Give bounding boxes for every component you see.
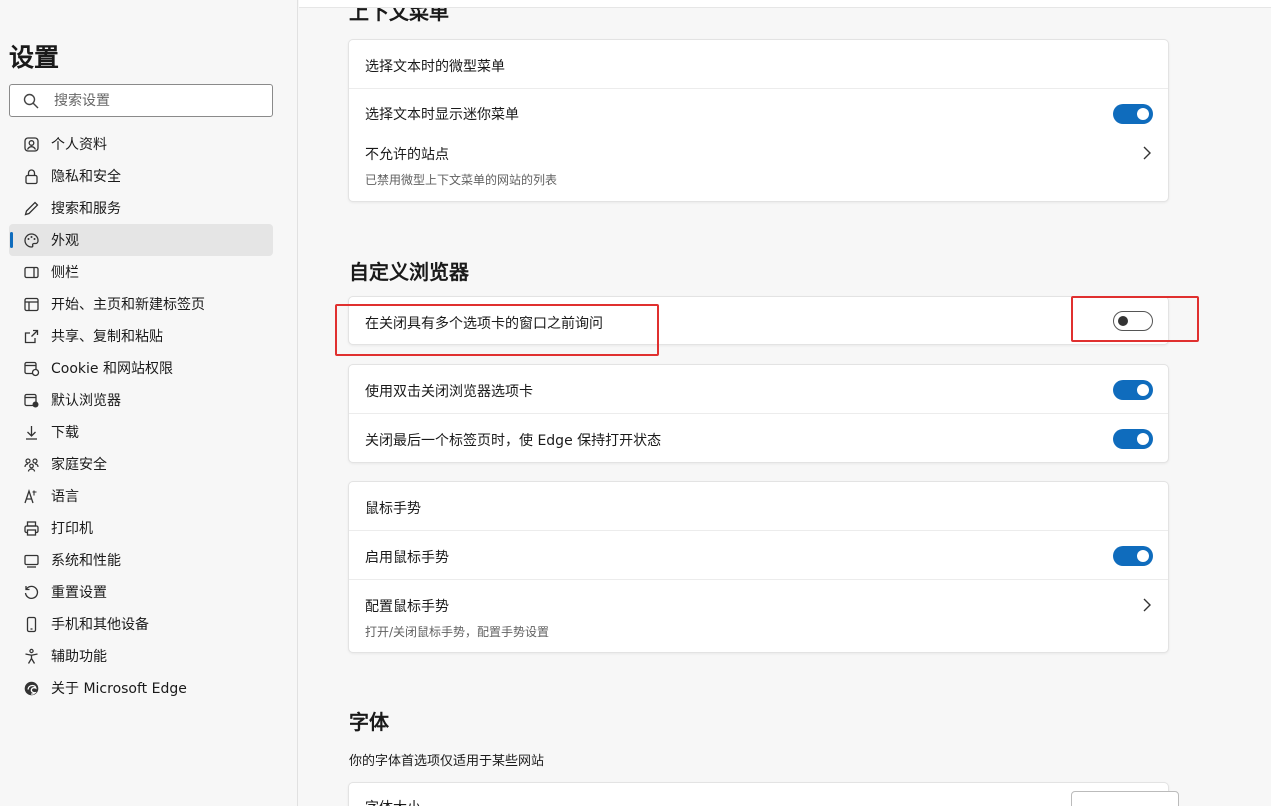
family-icon	[23, 456, 40, 473]
phone-icon	[23, 616, 40, 633]
browser-icon	[23, 392, 40, 409]
reset-icon	[23, 584, 40, 601]
mouse-gesture-title: 鼠标手势	[365, 501, 421, 517]
sidebar-item-default-browser[interactable]: 默认浏览器	[9, 384, 273, 416]
font-size-card: 字体大小	[348, 782, 1179, 806]
sidebar-item-label: 语言	[51, 489, 79, 505]
configure-mouse-gesture-row[interactable]: 配置鼠标手势 打开/关闭鼠标手势，配置手势设置	[349, 580, 1168, 652]
sidebar-item-family[interactable]: 家庭安全	[9, 448, 273, 480]
mini-menu-title-row: 选择文本时的微型菜单	[349, 40, 1168, 89]
sidebar-item-label: 开始、主页和新建标签页	[51, 297, 205, 313]
sidebar-item-label: 共享、复制和粘贴	[51, 329, 163, 345]
page-title: 设置	[9, 43, 60, 72]
section-heading-context-menu: 上下文菜单	[349, 8, 449, 24]
keep-open-label: 关闭最后一个标签页时，使 Edge 保持打开状态	[365, 433, 662, 449]
mouse-gesture-title-row: 鼠标手势	[349, 482, 1168, 531]
pen-icon	[23, 200, 40, 217]
system-icon	[23, 552, 40, 569]
sidebar-item-label: 打印机	[51, 521, 93, 537]
fonts-description: 你的字体首选项仅适用于某些网站	[349, 754, 545, 769]
show-mini-menu-toggle[interactable]	[1113, 104, 1153, 124]
double-click-close-toggle[interactable]	[1113, 380, 1153, 400]
sidebar-item-label: 家庭安全	[51, 457, 107, 473]
font-size-row[interactable]: 字体大小	[349, 783, 1179, 806]
double-click-close-label: 使用双击关闭浏览器选项卡	[365, 384, 533, 400]
sidebar-item-label: 隐私和安全	[51, 169, 121, 185]
font-size-dropdown[interactable]	[1071, 791, 1179, 806]
sidebar-item-label: 默认浏览器	[51, 393, 121, 409]
accessibility-icon	[23, 648, 40, 665]
sidebar-item-downloads[interactable]: 下载	[9, 416, 273, 448]
search-icon	[23, 93, 39, 109]
context-menu-card: 选择文本时的微型菜单 选择文本时显示迷你菜单 不允许的站点 已禁用微型上下文菜单…	[348, 39, 1169, 202]
sidebar-item-privacy[interactable]: 隐私和安全	[9, 160, 273, 192]
sidebar-icon	[23, 264, 40, 281]
settings-sidebar: 设置 个人资料 隐私和安全 搜索和服务 外观 侧栏 开始、主页和新建	[0, 0, 298, 806]
font-size-label: 字体大小	[365, 797, 421, 806]
section-heading-fonts: 字体	[349, 710, 389, 734]
keep-open-toggle[interactable]	[1113, 429, 1153, 449]
configure-mouse-gesture-desc: 打开/关闭鼠标手势，配置手势设置	[365, 625, 550, 639]
enable-mouse-gesture-label: 启用鼠标手势	[365, 550, 449, 566]
settings-content: 上下文菜单 选择文本时的微型菜单 选择文本时显示迷你菜单 不允许的站点 已禁用微…	[299, 8, 1271, 806]
sidebar-item-system[interactable]: 系统和性能	[9, 544, 273, 576]
search-box[interactable]	[9, 84, 273, 117]
profile-icon	[23, 136, 40, 153]
sidebar-item-appearance[interactable]: 外观	[9, 224, 273, 256]
section-heading-customize: 自定义浏览器	[349, 260, 469, 284]
sidebar-item-label: Cookie 和网站权限	[51, 361, 173, 377]
show-mini-menu-row[interactable]: 选择文本时显示迷你菜单	[349, 89, 1168, 137]
palette-icon	[23, 232, 40, 249]
sidebar-item-label: 下载	[51, 425, 79, 441]
chevron-right-icon	[1142, 145, 1152, 160]
sidebar-item-label: 外观	[51, 233, 79, 249]
sidebar-item-sidebar[interactable]: 侧栏	[9, 256, 273, 288]
printer-icon	[23, 520, 40, 537]
sidebar-item-label: 关于 Microsoft Edge	[51, 681, 187, 697]
sidebar-item-start-home[interactable]: 开始、主页和新建标签页	[9, 288, 273, 320]
sidebar-item-label: 重置设置	[51, 585, 107, 601]
show-mini-menu-label: 选择文本时显示迷你菜单	[365, 107, 519, 123]
sidebar-item-about[interactable]: 关于 Microsoft Edge	[9, 672, 273, 704]
sidebar-item-reset[interactable]: 重置设置	[9, 576, 273, 608]
sidebar-item-label: 手机和其他设备	[51, 617, 149, 633]
sidebar-item-phone[interactable]: 手机和其他设备	[9, 608, 273, 640]
sidebar-item-label: 搜索和服务	[51, 201, 121, 217]
disallowed-sites-row[interactable]: 不允许的站点 已禁用微型上下文菜单的网站的列表	[349, 137, 1168, 201]
download-icon	[23, 424, 40, 441]
disallowed-sites-label: 不允许的站点	[365, 147, 449, 163]
mini-menu-title: 选择文本时的微型菜单	[365, 59, 505, 75]
sidebar-item-printers[interactable]: 打印机	[9, 512, 273, 544]
sidebar-item-accessibility[interactable]: 辅助功能	[9, 640, 273, 672]
enable-mouse-gesture-toggle[interactable]	[1113, 546, 1153, 566]
cookie-icon	[23, 360, 40, 377]
keep-open-row[interactable]: 关闭最后一个标签页时，使 Edge 保持打开状态	[349, 414, 1168, 462]
sidebar-item-label: 辅助功能	[51, 649, 107, 665]
sidebar-item-share[interactable]: 共享、复制和粘贴	[9, 320, 273, 352]
top-divider	[299, 0, 1271, 8]
highlight-box-toggle	[1071, 296, 1199, 342]
sidebar-item-search[interactable]: 搜索和服务	[9, 192, 273, 224]
sidebar-nav: 个人资料 隐私和安全 搜索和服务 外观 侧栏 开始、主页和新建标签页 共享、复制…	[9, 128, 273, 704]
edge-icon	[23, 680, 40, 697]
search-input[interactable]	[54, 85, 264, 116]
sidebar-item-label: 系统和性能	[51, 553, 121, 569]
double-click-close-row[interactable]: 使用双击关闭浏览器选项卡	[349, 365, 1168, 414]
sidebar-item-profile[interactable]: 个人资料	[9, 128, 273, 160]
home-icon	[23, 296, 40, 313]
configure-mouse-gesture-label: 配置鼠标手势	[365, 599, 449, 615]
sidebar-item-label: 侧栏	[51, 265, 79, 281]
highlight-box-label	[335, 304, 659, 356]
mouse-gesture-card: 鼠标手势 启用鼠标手势 配置鼠标手势 打开/关闭鼠标手势，配置手势设置	[348, 481, 1169, 653]
language-icon	[23, 488, 40, 505]
chevron-right-icon	[1142, 597, 1152, 612]
share-icon	[23, 328, 40, 345]
enable-mouse-gesture-row[interactable]: 启用鼠标手势	[349, 531, 1168, 580]
sidebar-item-languages[interactable]: 语言	[9, 480, 273, 512]
lock-icon	[23, 168, 40, 185]
sidebar-item-cookies[interactable]: Cookie 和网站权限	[9, 352, 273, 384]
tab-behavior-card: 使用双击关闭浏览器选项卡 关闭最后一个标签页时，使 Edge 保持打开状态	[348, 364, 1169, 463]
disallowed-sites-desc: 已禁用微型上下文菜单的网站的列表	[365, 173, 558, 187]
sidebar-item-label: 个人资料	[51, 137, 107, 153]
